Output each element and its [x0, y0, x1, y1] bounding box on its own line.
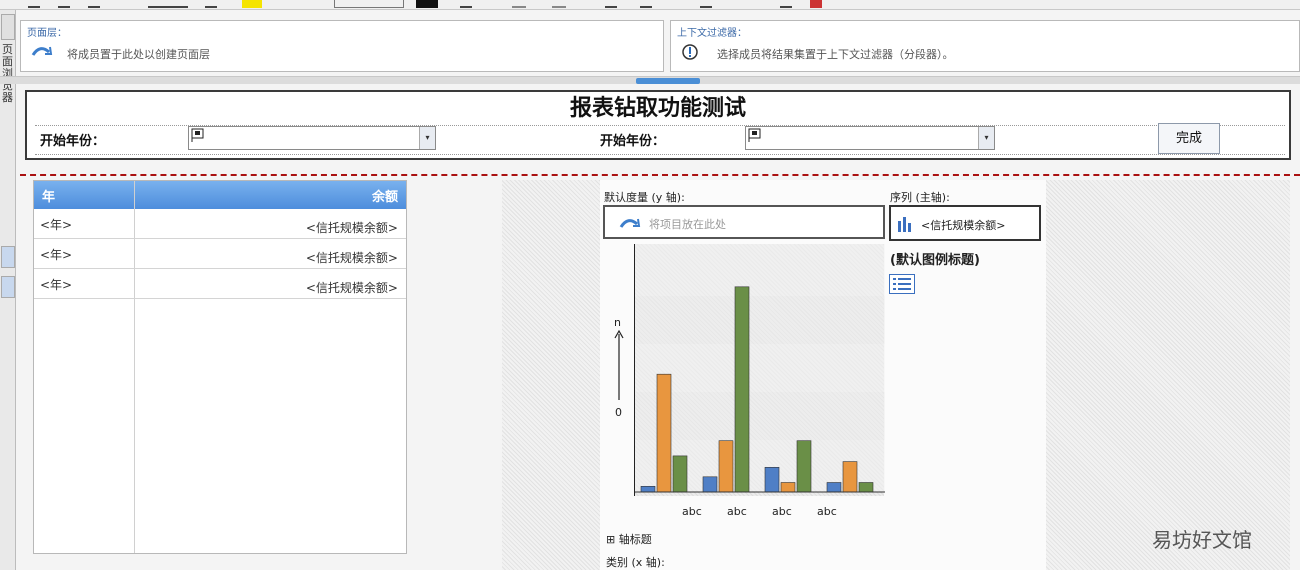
- series-item[interactable]: <信托规模余额>: [921, 217, 1005, 233]
- toolbar-button[interactable]: [88, 0, 100, 8]
- y-axis-caption: 默认度量 (y 轴):: [604, 191, 685, 204]
- legend-icon[interactable]: [889, 274, 915, 294]
- toolbar-button[interactable]: [700, 0, 712, 8]
- table-row[interactable]: <年> <信托规模余额>: [34, 239, 406, 269]
- toolbar-button[interactable]: [148, 0, 188, 8]
- y-drop-hint: 将项目放在此处: [649, 218, 726, 231]
- chart-bar: [842, 461, 858, 493]
- cell-balance: <信托规模余额>: [305, 221, 398, 235]
- toolbar-button[interactable]: [640, 0, 652, 8]
- chart-bar: [734, 286, 750, 493]
- prompt-flag-icon: [748, 128, 761, 142]
- table-row[interactable]: <年> <信托规模余额>: [34, 269, 406, 299]
- toolbar-button[interactable]: [58, 0, 70, 8]
- chart-margin-right: [1046, 180, 1290, 570]
- y-axis-drop-zone[interactable]: 将项目放在此处: [603, 205, 885, 239]
- x-tick-label: abc: [727, 505, 747, 518]
- query-explorer-icon[interactable]: [1, 246, 15, 268]
- chart-bar: [656, 373, 672, 493]
- left-rail: 页面浏览器: [0, 10, 16, 570]
- chart-bar: [764, 467, 780, 493]
- drop-arrow-icon: [31, 46, 53, 56]
- series-drop-zone[interactable]: <信托规模余额>: [889, 205, 1041, 241]
- list-header: 年 余额: [34, 181, 406, 209]
- page-layer-hint: 将成员置于此处以创建页面层: [67, 48, 210, 61]
- x-tick-label: abc: [772, 505, 792, 518]
- series-caption: 序列 (主轴):: [890, 191, 950, 204]
- toolbar: [0, 0, 1300, 10]
- toolbar-button[interactable]: [605, 0, 617, 8]
- bar-chart-icon: [898, 217, 911, 232]
- chart-bar: [826, 482, 842, 493]
- start-year-select-2[interactable]: ▾: [745, 126, 995, 150]
- chart-bar: [718, 440, 734, 493]
- drop-arrow-icon: [619, 218, 641, 228]
- chart-bar: [672, 455, 688, 493]
- report-title: 报表钻取功能测试: [569, 96, 746, 121]
- info-icon: [682, 44, 698, 60]
- context-filter-hint: 选择成员将结果集置于上下文过滤器（分段器）。: [717, 48, 954, 61]
- y-tick-label: n: [614, 316, 621, 329]
- condition-explorer-icon[interactable]: [1, 276, 15, 298]
- axis-title-caption: ⊞ 轴标题: [606, 533, 652, 546]
- page-layer-zone[interactable]: 页面层： 将成员置于此处以创建页面层: [20, 20, 664, 72]
- column-header-balance[interactable]: 余额: [372, 186, 398, 205]
- highlight-color-icon[interactable]: [242, 0, 262, 8]
- cell-year: <年>: [40, 218, 73, 232]
- toolbar-button[interactable]: [780, 0, 792, 8]
- bar-chart: [635, 244, 885, 493]
- page-break-line: [20, 174, 1300, 176]
- legend-title[interactable]: (默认图例标题): [890, 249, 980, 268]
- cell-year: <年>: [40, 248, 73, 262]
- plot-band: [635, 344, 885, 392]
- start-year-label: 开始年份：: [40, 134, 106, 149]
- toolbar-button[interactable]: [512, 0, 526, 8]
- table-row[interactable]: <年> <信托规模余额>: [34, 209, 406, 239]
- prompt-guide: [35, 154, 1285, 155]
- chart-bar: [796, 440, 812, 493]
- toolbar-button[interactable]: [28, 0, 40, 8]
- x-axis-caption: 类别 (x 轴):: [606, 556, 665, 569]
- chart-margin-left: [502, 180, 600, 570]
- report-designer: 页面浏览器 页面层： 将成员置于此处以创建页面层 上下文过滤器： 选择成员将结果…: [0, 0, 1300, 570]
- y-tick-label: 0: [615, 406, 622, 419]
- toolbar-button[interactable]: [460, 0, 472, 8]
- x-tick-label: abc: [817, 505, 837, 518]
- chart-bar: [858, 482, 874, 493]
- column-header-year[interactable]: 年: [42, 186, 55, 205]
- chart-bar: [640, 486, 656, 493]
- context-filter-zone[interactable]: 上下文过滤器： 选择成员将结果集置于上下文过滤器（分段器）。: [670, 20, 1300, 72]
- chart-bar: [702, 476, 718, 493]
- watermark: 易坊好文馆: [1152, 528, 1252, 552]
- splitter-grip[interactable]: [636, 78, 700, 84]
- plot-band: [635, 296, 885, 344]
- cell-balance: <信托规模余额>: [305, 251, 398, 265]
- context-filter-title: 上下文过滤器：: [677, 28, 747, 39]
- finish-button[interactable]: 完成: [1158, 123, 1220, 154]
- axis-title-label[interactable]: 轴标题: [619, 533, 652, 546]
- chevron-down-icon[interactable]: ▾: [419, 127, 435, 149]
- plot-band: [635, 392, 885, 440]
- chart-plot-area[interactable]: [634, 244, 885, 496]
- cell-year: <年>: [40, 278, 73, 292]
- x-tick-label: abc: [682, 505, 702, 518]
- list-report[interactable]: 年 余额 <年> <信托规模余额> <年> <信托规模余额> <年> <信托规模…: [33, 180, 407, 554]
- y-axis-arrow-icon: [614, 330, 624, 400]
- font-size-select[interactable]: [334, 0, 404, 8]
- page-layer-title: 页面层：: [27, 28, 67, 39]
- toolbar-button[interactable]: [205, 0, 217, 8]
- page-explorer-icon[interactable]: [1, 14, 15, 40]
- toolbar-button[interactable]: [810, 0, 822, 8]
- start-year-label-2: 开始年份：: [600, 134, 666, 149]
- plot-band: [635, 244, 885, 296]
- rail-tab-label[interactable]: 页面浏览器: [2, 44, 14, 104]
- text-color-icon[interactable]: [416, 0, 438, 8]
- start-year-select[interactable]: ▾: [188, 126, 436, 150]
- chart-bar: [780, 482, 796, 493]
- cell-balance: <信托规模余额>: [305, 281, 398, 295]
- chevron-down-icon[interactable]: ▾: [978, 127, 994, 149]
- toolbar-button[interactable]: [552, 0, 566, 8]
- prompt-flag-icon: [191, 128, 204, 142]
